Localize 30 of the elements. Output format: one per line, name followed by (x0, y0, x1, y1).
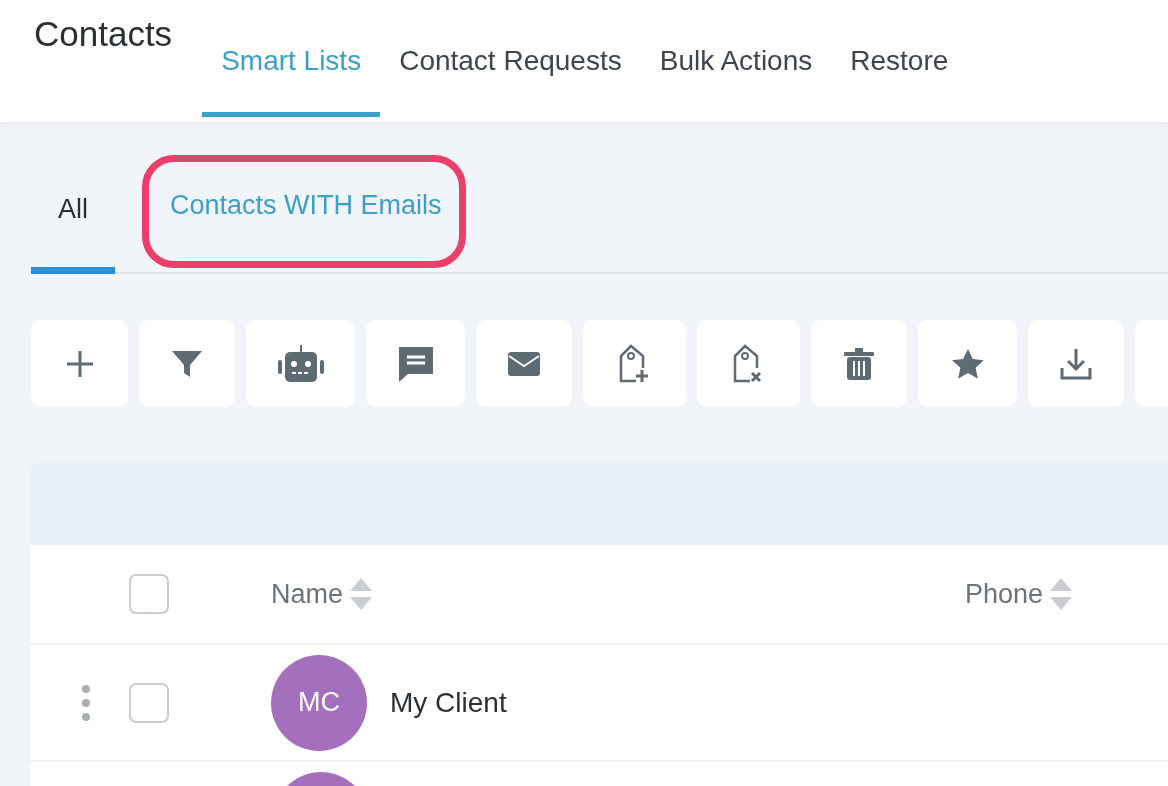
column-header[interactable]: Name (271, 578, 344, 610)
mail-icon (508, 351, 540, 376)
nav-tab[interactable]: Bulk Actions (640, 0, 832, 117)
trash-icon (844, 347, 874, 380)
select-all-checkbox[interactable] (129, 574, 169, 614)
row-checkbox[interactable] (129, 682, 169, 723)
smart-list-tab[interactable]: All (31, 122, 115, 274)
download-button[interactable] (1028, 320, 1124, 407)
nav-tab[interactable]: Restore (831, 0, 968, 117)
tag-button[interactable] (583, 320, 686, 407)
download-icon (1060, 347, 1092, 380)
star-button[interactable] (918, 320, 1017, 407)
tag-button[interactable] (697, 320, 800, 407)
robot-icon (277, 344, 324, 383)
trash-button[interactable] (811, 320, 907, 407)
nav-tab[interactable]: Contact Requests (380, 0, 641, 117)
column-header[interactable]: Phone (965, 578, 1044, 610)
drag-handle-icon[interactable] (81, 683, 91, 722)
message-icon (397, 345, 434, 382)
filter-icon (171, 349, 203, 378)
filter-button[interactable] (139, 320, 235, 407)
plus-icon (64, 348, 95, 379)
star-icon (951, 348, 984, 379)
message-button[interactable] (366, 320, 465, 407)
avatar: MC (271, 654, 367, 751)
contact-name[interactable]: My Client (390, 686, 507, 719)
page-title: Contacts (33, 14, 173, 54)
mail-button[interactable] (476, 320, 572, 407)
tag-plus-icon (618, 343, 651, 384)
robot-button[interactable] (246, 320, 355, 407)
